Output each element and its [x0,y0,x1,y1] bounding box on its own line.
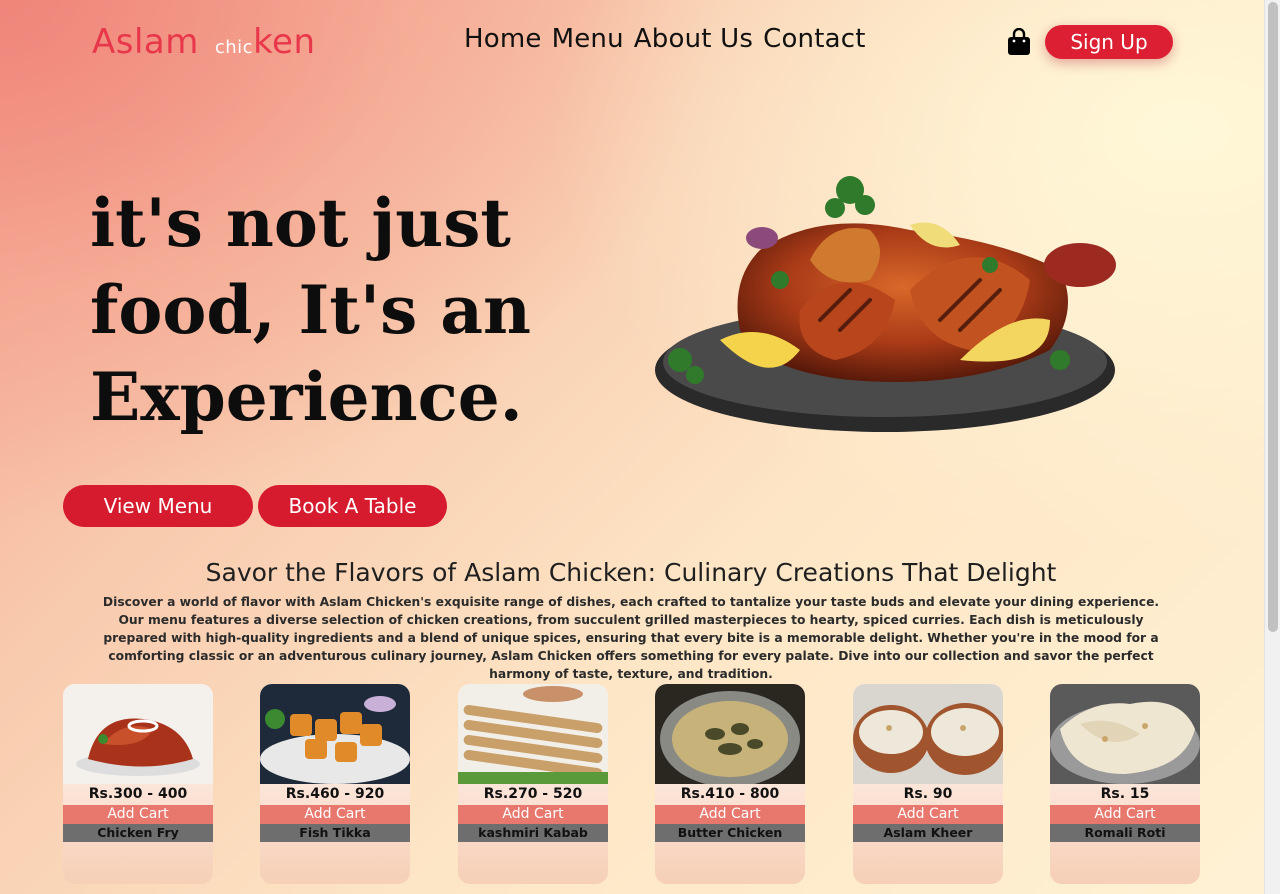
price-label: Rs.270 - 520 [483,786,583,802]
view-menu-button[interactable]: View Menu [63,485,253,527]
nav-contact[interactable]: Contact [763,24,866,54]
menu-card-aslam-kheer: Rs. 90 Add Cart Aslam Kheer [853,684,1003,884]
nav-home[interactable]: Home [464,24,542,54]
aslam-kheer-photo [853,684,1003,784]
dish-name: kashmiri Kabab [458,824,608,842]
price-label: Rs.300 - 400 [88,786,188,802]
menu-card-butter-chicken: Rs.410 - 800 Add Cart Butter Chicken [655,684,805,884]
shopping-bag-icon[interactable] [1006,28,1032,56]
nav-menu[interactable]: Menu [552,24,624,54]
chicken-fry-photo [63,684,213,784]
logo-word-2a: chic [214,37,254,58]
price-label: Rs. 90 [903,786,953,802]
page-scrollbar[interactable] [1264,0,1280,894]
add-cart-button[interactable]: Add Cart [63,805,213,824]
dish-name: Chicken Fry [63,824,213,842]
sign-up-button[interactable]: Sign Up [1045,25,1173,59]
main-nav: Home Menu About Us Contact [464,24,866,54]
nav-about-us[interactable]: About Us [634,24,753,54]
grilled-chicken-platter-image [655,176,1116,432]
fish-tikka-photo [260,684,410,784]
logo-word-2b: ken [253,22,316,62]
menu-card-kashmiri-kabab: Rs.270 - 520 Add Cart kashmiri Kabab [458,684,608,884]
dish-name: Aslam Kheer [853,824,1003,842]
romali-roti-photo [1050,684,1200,784]
price-label: Rs.410 - 800 [680,786,780,802]
menu-card-romali-roti: Rs. 15 Add Cart Romali Roti [1050,684,1200,884]
price-label: Rs.460 - 920 [285,786,385,802]
hero-line-1: it's not just [90,184,511,262]
add-cart-button[interactable]: Add Cart [1050,805,1200,824]
price-label: Rs. 15 [1100,786,1150,802]
dish-name: Butter Chicken [655,824,805,842]
brand-logo[interactable]: Aslam chicken [92,22,316,66]
section-description: Discover a world of flavor with Aslam Ch… [102,595,1160,681]
add-cart-button[interactable]: Add Cart [655,805,805,824]
hero-headline: it's not just food, It's an Experience. [90,180,610,441]
menu-card-fish-tikka: Rs.460 - 920 Add Cart Fish Tikka [260,684,410,884]
dish-name: Fish Tikka [260,824,410,842]
kashmiri-kabab-photo [458,684,608,784]
scrollbar-thumb[interactable] [1268,2,1278,632]
logo-word-1: Aslam [92,22,199,62]
book-a-table-button[interactable]: Book A Table [258,485,447,527]
butter-chicken-photo [655,684,805,784]
add-cart-button[interactable]: Add Cart [853,805,1003,824]
add-cart-button[interactable]: Add Cart [260,805,410,824]
menu-card-chicken-fry: Rs.300 - 400 Add Cart Chicken Fry [63,684,213,884]
add-cart-button[interactable]: Add Cart [458,805,608,824]
hero-line-2: food, It's an [90,271,531,349]
hero-line-3: Experience. [90,358,523,436]
dish-name: Romali Roti [1050,824,1200,842]
section-title: Savor the Flavors of Aslam Chicken: Culi… [205,558,1057,587]
